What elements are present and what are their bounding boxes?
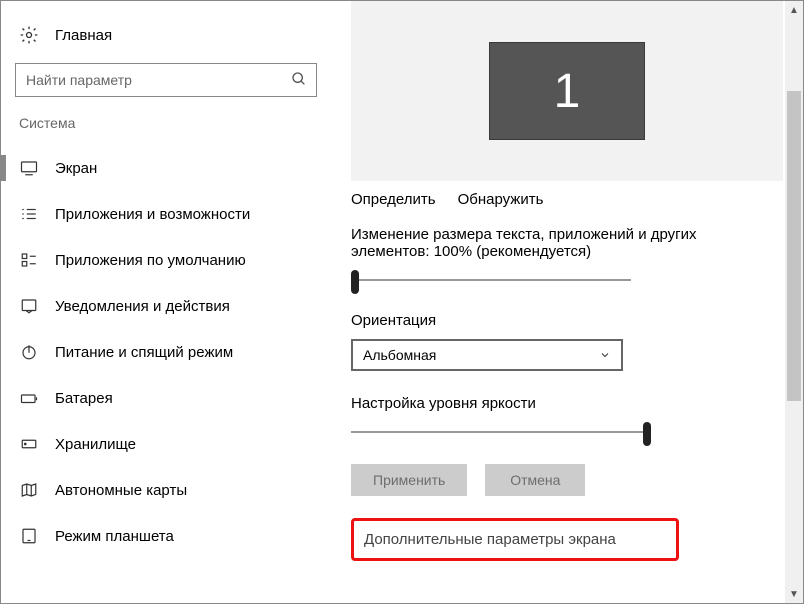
scroll-thumb[interactable] [787, 91, 801, 401]
sidebar-item-storage[interactable]: Хранилище [1, 421, 331, 467]
apps-icon [19, 205, 39, 223]
category-label: Система [1, 115, 331, 145]
advanced-link-highlighted: Дополнительные параметры экрана [351, 518, 679, 561]
search-input[interactable] [15, 63, 317, 97]
cancel-button[interactable]: Отмена [485, 464, 585, 496]
sidebar-item-apps[interactable]: Приложения и возможности [1, 191, 331, 237]
sidebar-item-label: Приложения по умолчанию [55, 252, 246, 269]
orientation-label: Ориентация [351, 312, 731, 329]
scale-slider[interactable] [351, 270, 631, 290]
slider-thumb[interactable] [643, 422, 651, 446]
battery-icon [19, 389, 39, 407]
search-icon [291, 71, 307, 87]
sidebar-item-label: Автономные карты [55, 482, 187, 499]
default-apps-icon [19, 251, 39, 269]
orientation-value: Альбомная [363, 347, 436, 363]
sidebar-item-battery[interactable]: Батарея [1, 375, 331, 421]
maps-icon [19, 481, 39, 499]
settings-window: Главная Система Экран Приложения и возмо… [1, 1, 803, 603]
scale-label: Изменение размера текста, приложений и д… [351, 226, 731, 260]
sidebar-item-tablet[interactable]: Режим планшета [1, 513, 331, 559]
brightness-label: Настройка уровня яркости [351, 395, 731, 412]
slider-line [351, 431, 651, 433]
power-icon [19, 343, 39, 361]
scroll-down-arrow[interactable]: ▼ [785, 585, 803, 603]
monitor-1[interactable]: 1 [489, 42, 645, 140]
display-icon [19, 159, 39, 177]
home-link[interactable]: Главная [1, 15, 331, 63]
main-panel: 1 Определить Обнаружить Изменение размер… [331, 1, 803, 603]
gear-icon [19, 25, 39, 45]
sidebar-item-label: Уведомления и действия [55, 298, 230, 315]
scrollbar[interactable]: ▲ ▼ [785, 1, 803, 603]
storage-icon [19, 435, 39, 453]
sidebar-item-label: Режим планшета [55, 528, 174, 545]
monitor-number: 1 [554, 64, 581, 119]
sidebar-item-label: Питание и спящий режим [55, 344, 233, 361]
search-wrap [15, 63, 317, 97]
slider-thumb[interactable] [351, 270, 359, 294]
notifications-icon [19, 297, 39, 315]
orientation-dropdown[interactable]: Альбомная [351, 339, 623, 371]
sidebar-item-label: Приложения и возможности [55, 206, 250, 223]
brightness-slider[interactable] [351, 422, 651, 442]
sidebar-item-label: Батарея [55, 390, 113, 407]
sidebar-item-power[interactable]: Питание и спящий режим [1, 329, 331, 375]
identify-link[interactable]: Обнаружить [458, 191, 544, 208]
sidebar-item-notifications[interactable]: Уведомления и действия [1, 283, 331, 329]
slider-line [351, 279, 631, 281]
sidebar-item-display[interactable]: Экран [1, 145, 331, 191]
sidebar-item-label: Хранилище [55, 436, 136, 453]
tablet-icon [19, 527, 39, 545]
detect-link[interactable]: Определить [351, 191, 436, 208]
sidebar: Главная Система Экран Приложения и возмо… [1, 1, 331, 603]
advanced-display-link[interactable]: Дополнительные параметры экрана [364, 531, 616, 548]
home-label: Главная [55, 27, 112, 44]
sidebar-item-label: Экран [55, 160, 97, 177]
display-preview[interactable]: 1 [351, 1, 783, 181]
scroll-up-arrow[interactable]: ▲ [785, 1, 803, 19]
sidebar-item-maps[interactable]: Автономные карты [1, 467, 331, 513]
apply-button[interactable]: Применить [351, 464, 467, 496]
chevron-down-icon [599, 349, 611, 361]
sidebar-item-default-apps[interactable]: Приложения по умолчанию [1, 237, 331, 283]
